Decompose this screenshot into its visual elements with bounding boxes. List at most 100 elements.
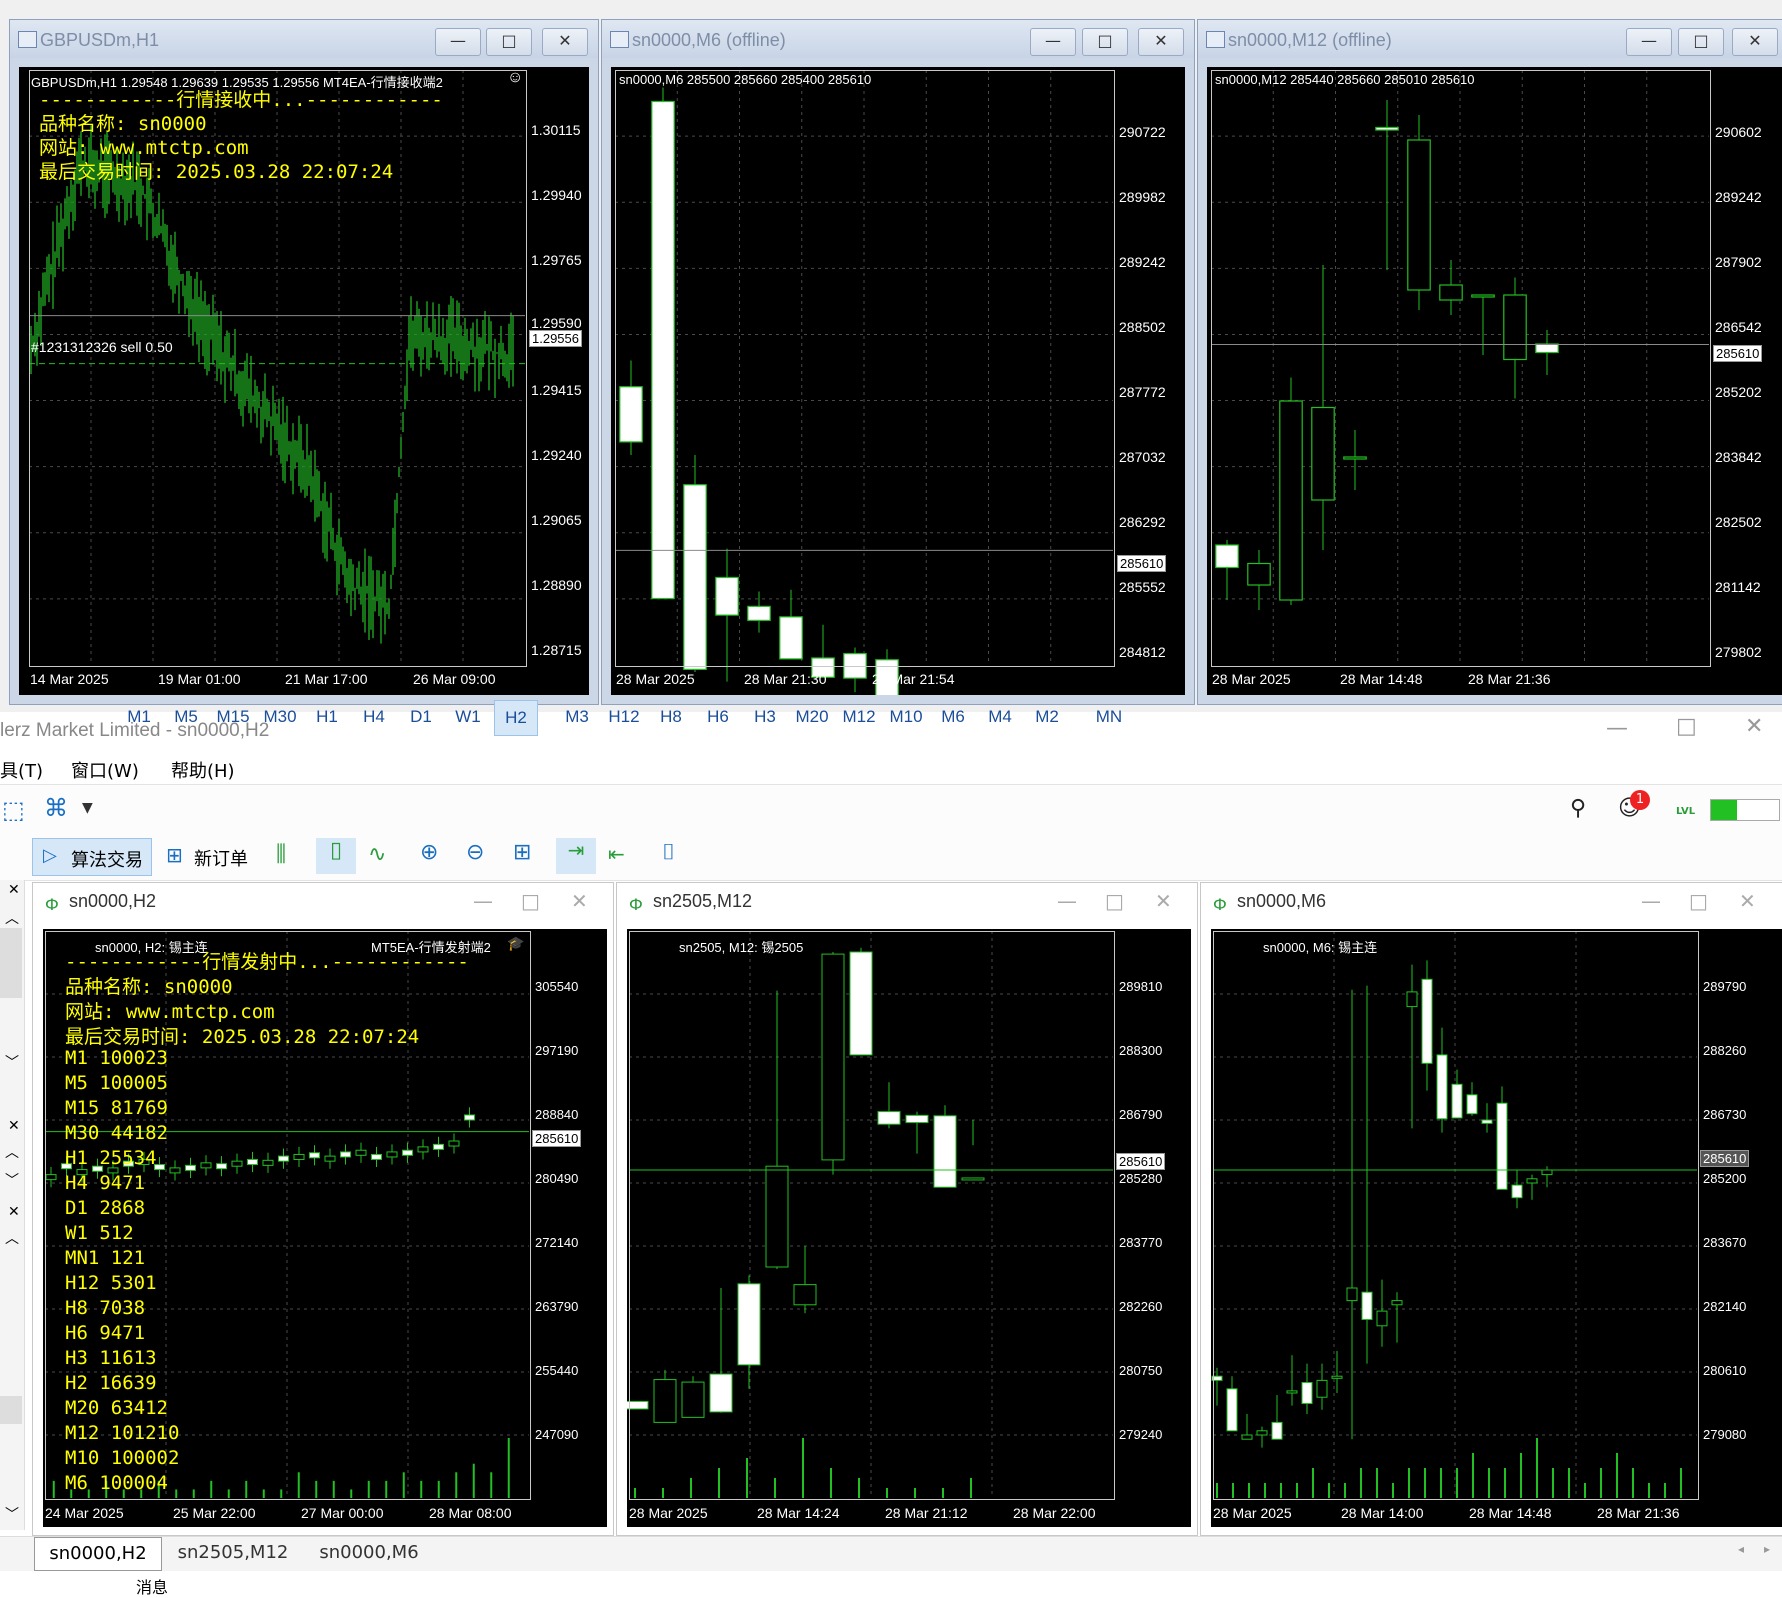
minimize-button[interactable]: — — [1641, 889, 1661, 913]
close-icon[interactable]: ✕ — [8, 1118, 20, 1134]
chevron-down-icon[interactable]: ﹀ — [5, 1170, 19, 1190]
hat-icon: 🎓 — [507, 935, 525, 951]
new-order-button[interactable]: ⊞ 新订单 — [164, 838, 256, 874]
menu-tools[interactable]: 具(T) — [0, 757, 43, 783]
line-chart-icon[interactable]: ∿ — [368, 842, 386, 867]
chart-area[interactable]: GBPUSDm,H1 1.29548 1.29639 1.29535 1.295… — [19, 67, 589, 695]
timeframe-button-h3[interactable]: H3 — [744, 700, 786, 734]
screenshot-icon[interactable]: ⌷ — [662, 840, 675, 865]
mt5-title-bar[interactable]: Ф sn0000,H2 — □ ✕ — [33, 883, 613, 921]
chevron-up-icon[interactable]: ︿ — [5, 908, 19, 928]
scroll-left-icon[interactable]: ◂ — [1738, 1542, 1744, 1556]
maximize-button[interactable]: □ — [1689, 889, 1708, 913]
lvl-icon[interactable]: LVL — [1676, 806, 1695, 817]
mt4-window-sn0000-m12[interactable]: sn0000,M12 (offline) — □ ✕ sn0000,M12 28… — [1197, 19, 1782, 705]
mt4-window-sn0000-m6[interactable]: sn0000,M6 (offline) — □ ✕ sn0000,M6 2855… — [601, 19, 1195, 705]
minimize-button[interactable]: — — [435, 28, 481, 56]
chart-area[interactable]: sn0000,M12 285440 285660 285010 285610 2… — [1207, 67, 1782, 695]
maximize-button[interactable]: □ — [1678, 28, 1724, 56]
scroll-right-icon[interactable]: ▸ — [1764, 1542, 1770, 1556]
minimize-button[interactable]: — — [1057, 889, 1077, 913]
chevron-up-icon[interactable]: ︿ — [5, 1142, 19, 1162]
x-tick: 28 Mar 21:30 — [744, 671, 827, 687]
app-close-button[interactable]: ✕ — [1745, 714, 1763, 739]
chart-shift-icon[interactable]: ⇤ — [608, 842, 625, 866]
close-button[interactable]: ✕ — [1732, 28, 1778, 56]
chevron-down-icon[interactable]: ﹀ — [5, 1504, 19, 1524]
timeframe-button-m10[interactable]: M10 — [885, 700, 927, 734]
order-label[interactable]: #1231312326 sell 0.50 — [31, 339, 173, 355]
candle-chart-icon[interactable]: ▯ — [316, 838, 356, 874]
timeframe-button-m20[interactable]: M20 — [791, 700, 833, 734]
mt5-window-sn2505-m12[interactable]: Ф sn2505,M12 — □ ✕ sn2505, M12: 锡2505 28… — [616, 882, 1198, 1536]
mt4-title-bar[interactable]: sn0000,M6 (offline) — □ ✕ — [602, 20, 1194, 58]
mt5-window-sn0000-m6[interactable]: Ф sn0000,M6 — □ ✕ sn0000, M6: 锡主连 289790… — [1200, 882, 1782, 1536]
close-icon[interactable]: ✕ — [8, 882, 20, 898]
objects-icon[interactable]: ⌘ — [44, 794, 68, 822]
tab-sn0000-h2[interactable]: sn0000,H2 — [34, 1537, 162, 1571]
mt5-window-sn0000-h2[interactable]: Ф sn0000,H2 — □ ✕ sn0000, H2: 锡主连 MT5EA-… — [32, 882, 614, 1536]
close-button[interactable]: ✕ — [1155, 889, 1172, 913]
mt4-title-bar[interactable]: GBPUSDm,H1 — □ ✕ — [10, 20, 598, 58]
timeframe-button-h4[interactable]: H4 — [353, 700, 395, 734]
mt4-window-gbpusd[interactable]: GBPUSDm,H1 — □ ✕ GBPUSDm,H1 1.29548 1.29… — [9, 19, 599, 705]
grid-icon[interactable]: ⊞ — [513, 840, 531, 865]
autoscroll-icon[interactable]: ⇥ — [556, 838, 596, 874]
menu-help[interactable]: 帮助(H) — [171, 757, 235, 783]
timeframe-button-mn[interactable]: MN — [1088, 700, 1130, 734]
close-button[interactable]: ✕ — [571, 889, 588, 913]
algo-trading-button[interactable]: ▷ 算法交易 — [32, 838, 152, 876]
minimize-button[interactable]: — — [1030, 28, 1076, 56]
timeframe-button-m15[interactable]: M15 — [212, 700, 254, 734]
timeframe-button-h2[interactable]: H2 — [494, 700, 538, 736]
timeframe-button-h8[interactable]: H8 — [650, 700, 692, 734]
chevron-down-icon[interactable]: ▼ — [82, 800, 93, 816]
tab-sn0000-m6[interactable]: sn0000,M6 — [306, 1537, 432, 1569]
menu-window[interactable]: 窗口(W) — [71, 757, 139, 783]
maximize-button[interactable]: □ — [1082, 28, 1128, 56]
timeframe-button-w1[interactable]: W1 — [447, 700, 489, 734]
chart-area[interactable]: sn0000, H2: 锡主连 MT5EA-行情发射端2 🎓 305540 29… — [43, 929, 607, 1527]
chart-area[interactable]: sn0000, M6: 锡主连 289790 288260 286730 285… — [1211, 929, 1782, 1527]
timeframe-button-h12[interactable]: H12 — [603, 700, 645, 734]
crosshair-tool-icon[interactable]: ⬚ — [2, 796, 25, 824]
tab-sn2505-m12[interactable]: sn2505,M12 — [170, 1537, 296, 1569]
mt4-title-bar[interactable]: sn0000,M12 (offline) — □ ✕ — [1198, 20, 1782, 58]
close-button[interactable]: ✕ — [1739, 889, 1756, 913]
timeframe-button-d1[interactable]: D1 — [400, 700, 442, 734]
close-button[interactable]: ✕ — [542, 28, 588, 56]
app-maximize-button[interactable]: □ — [1676, 714, 1697, 739]
scrollbar-thumb[interactable] — [0, 928, 22, 998]
maximize-button[interactable]: □ — [521, 889, 540, 913]
mt5-title-bar[interactable]: Ф sn2505,M12 — □ ✕ — [617, 883, 1197, 921]
timeframe-button-m1[interactable]: M1 — [118, 700, 160, 734]
y-tick: 282140 — [1703, 1299, 1747, 1314]
scrollbar-thumb[interactable] — [0, 1396, 22, 1424]
timeframe-button-m12[interactable]: M12 — [838, 700, 880, 734]
timeframe-button-m5[interactable]: M5 — [165, 700, 207, 734]
timeframe-button-m3[interactable]: M3 — [556, 700, 598, 734]
chevron-up-icon[interactable]: ︿ — [5, 1228, 19, 1248]
timeframe-button-m30[interactable]: M30 — [259, 700, 301, 734]
zoom-out-icon[interactable]: ⊖ — [466, 840, 484, 865]
app-minimize-button[interactable]: — — [1606, 716, 1628, 741]
minimize-button[interactable]: — — [473, 889, 493, 913]
close-button[interactable]: ✕ — [1138, 28, 1184, 56]
zoom-in-icon[interactable]: ⊕ — [420, 840, 438, 865]
close-icon[interactable]: ✕ — [8, 1204, 20, 1220]
timeframe-button-m6[interactable]: M6 — [932, 700, 974, 734]
timeframe-button-h1[interactable]: H1 — [306, 700, 348, 734]
search-icon[interactable]: ⚲ — [1570, 796, 1586, 821]
maximize-button[interactable]: □ — [1105, 889, 1124, 913]
timeframe-button-m2[interactable]: M2 — [1026, 700, 1068, 734]
chevron-down-icon[interactable]: ﹀ — [5, 1052, 19, 1072]
chart-area[interactable]: sn0000,M6 285500 285660 285400 285610 29… — [611, 67, 1185, 695]
minimize-button[interactable]: — — [1626, 28, 1672, 56]
timeframe-button-h6[interactable]: H6 — [697, 700, 739, 734]
x-tick: 28 Mar 2025 — [629, 1505, 708, 1521]
maximize-button[interactable]: □ — [486, 28, 532, 56]
bar-chart-icon[interactable]: ⫼ — [276, 842, 286, 867]
chart-area[interactable]: sn2505, M12: 锡2505 289810 288300 286790 … — [627, 929, 1191, 1527]
timeframe-button-m4[interactable]: M4 — [979, 700, 1021, 734]
mt5-title-bar[interactable]: Ф sn0000,M6 — □ ✕ — [1201, 883, 1782, 921]
